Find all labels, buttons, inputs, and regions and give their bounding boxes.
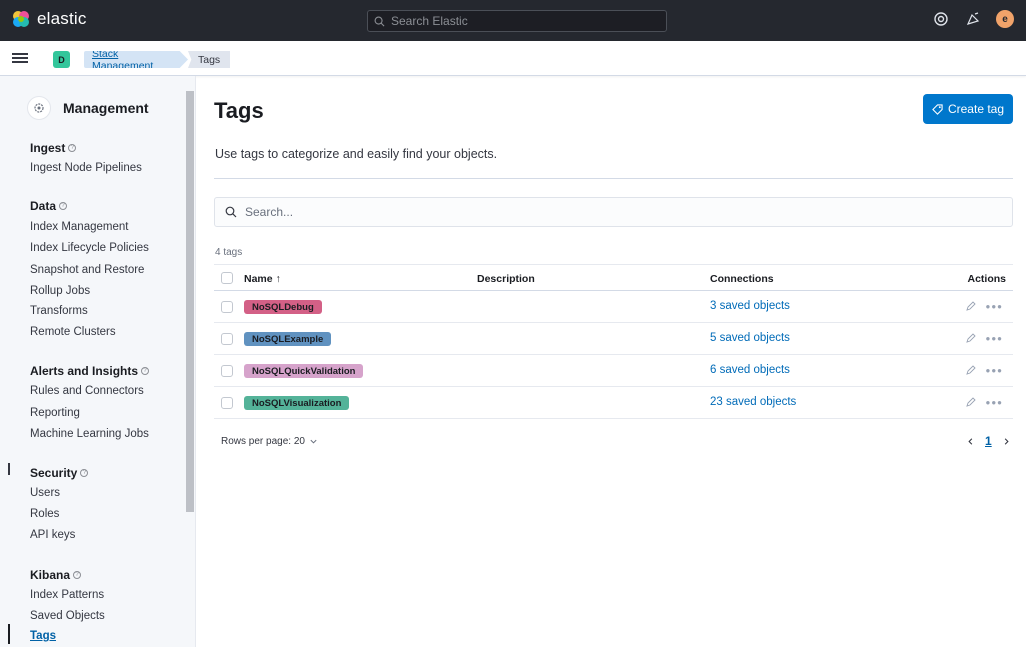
- sidebar-group-data: Data?: [30, 199, 68, 213]
- help-icon: ?: [80, 469, 89, 477]
- connections-link[interactable]: 6 saved objects: [710, 364, 790, 376]
- tag-badge[interactable]: NoSQLVisualization: [244, 396, 350, 410]
- global-search-placeholder: Search Elastic: [391, 14, 468, 28]
- tag-badge[interactable]: NoSQLQuickValidation: [244, 364, 364, 378]
- sidebar-marker: [8, 463, 10, 475]
- tag-count: 4 tags: [215, 247, 243, 258]
- edit-pencil-icon[interactable]: [965, 365, 976, 375]
- help-icon: ?: [73, 571, 82, 579]
- more-actions-icon[interactable]: ●●●: [986, 398, 1004, 407]
- search-icon: [225, 206, 237, 218]
- breadcrumb-bar: D Stack Management Tags: [0, 41, 1026, 76]
- chevron-right-icon[interactable]: [1002, 437, 1011, 446]
- row-checkbox[interactable]: [221, 397, 233, 409]
- help-icon[interactable]: [932, 10, 950, 28]
- sidebar-group-kibana: Kibana?: [30, 568, 82, 582]
- column-actions: Actions: [967, 273, 1006, 285]
- sidebar-item-index-management[interactable]: Index Management: [30, 221, 128, 233]
- chevron-left-icon[interactable]: [966, 437, 975, 446]
- newsfeed-icon[interactable]: [964, 10, 982, 28]
- more-actions-icon[interactable]: ●●●: [986, 302, 1004, 311]
- sidebar-item-reporting[interactable]: Reporting: [30, 407, 80, 419]
- page-number[interactable]: 1: [985, 434, 992, 448]
- tag-icon: [932, 103, 943, 115]
- menu-toggle-icon[interactable]: [12, 51, 28, 67]
- table-row: NoSQLQuickValidation 6 saved objects ●●●: [214, 355, 1013, 387]
- edit-pencil-icon[interactable]: [965, 397, 976, 407]
- search-icon: [374, 16, 385, 26]
- tag-badge[interactable]: NoSQLExample: [244, 332, 332, 346]
- top-header: elastic Search Elastic e: [0, 0, 1026, 41]
- sidebar-item-saved-objects[interactable]: Saved Objects: [30, 610, 105, 622]
- connections-link[interactable]: 3 saved objects: [710, 300, 790, 312]
- sidebar-item-index-patterns[interactable]: Index Patterns: [30, 589, 104, 601]
- sidebar-item-remote-clusters[interactable]: Remote Clusters: [30, 326, 116, 338]
- sidebar-item-snapshot-and-restore[interactable]: Snapshot and Restore: [30, 264, 144, 276]
- user-avatar[interactable]: e: [996, 10, 1014, 28]
- sidebar-item-api-keys[interactable]: API keys: [30, 529, 75, 541]
- row-checkbox[interactable]: [221, 301, 233, 313]
- connections-link[interactable]: 5 saved objects: [710, 332, 790, 344]
- sidebar-item-machine-learning-jobs[interactable]: Machine Learning Jobs: [30, 428, 149, 440]
- sidebar-scrollbar[interactable]: [186, 91, 194, 512]
- rows-per-page-label: Rows per page: 20: [221, 436, 305, 447]
- brand-name: elastic: [37, 9, 87, 28]
- edit-pencil-icon[interactable]: [965, 333, 976, 343]
- sidebar-item-users[interactable]: Users: [30, 487, 60, 499]
- edit-pencil-icon[interactable]: [965, 301, 976, 311]
- sidebar-item-tags[interactable]: Tags: [30, 630, 56, 642]
- elastic-logo[interactable]: elastic: [11, 9, 87, 29]
- sidebar-group-security: Security?: [30, 466, 89, 480]
- table-header: Name ↑ Description Connections Actions: [214, 264, 1013, 291]
- sidebar-item-transforms[interactable]: Transforms: [30, 305, 88, 317]
- tags-table: Name ↑ Description Connections Actions N…: [214, 264, 1013, 419]
- column-connections: Connections: [710, 273, 774, 285]
- sidebar-title: Management: [63, 100, 149, 116]
- help-icon: ?: [141, 367, 150, 375]
- create-tag-button[interactable]: Create tag: [923, 94, 1013, 124]
- row-checkbox[interactable]: [221, 365, 233, 377]
- sidebar-group-ingest: Ingest?: [30, 141, 77, 155]
- column-name[interactable]: Name ↑: [244, 273, 281, 285]
- create-tag-label: Create tag: [947, 102, 1005, 116]
- tags-search-input[interactable]: Search...: [214, 197, 1013, 227]
- select-all-checkbox[interactable]: [221, 272, 233, 284]
- management-gear-icon: [27, 96, 51, 120]
- active-indicator: [8, 624, 10, 644]
- more-actions-icon[interactable]: ●●●: [986, 334, 1004, 343]
- page-description: Use tags to categorize and easily find y…: [215, 147, 498, 161]
- sidebar-header: Management: [27, 96, 149, 120]
- pagination: 1: [966, 434, 1011, 448]
- sidebar-group-alerts-and-insights: Alerts and Insights?: [30, 364, 150, 378]
- table-row: NoSQLDebug 3 saved objects ●●●: [214, 291, 1013, 323]
- rows-per-page-selector[interactable]: Rows per page: 20: [221, 436, 318, 447]
- help-icon: ?: [59, 202, 68, 210]
- tags-search-placeholder: Search...: [245, 205, 294, 219]
- breadcrumb-tags: Tags: [188, 51, 230, 68]
- sidebar-item-rules-and-connectors[interactable]: Rules and Connectors: [30, 385, 144, 397]
- column-description: Description: [477, 273, 535, 285]
- sidebar-item-index-lifecycle-policies[interactable]: Index Lifecycle Policies: [30, 242, 149, 254]
- global-search-input[interactable]: Search Elastic: [367, 10, 667, 32]
- help-icon: ?: [68, 144, 77, 152]
- table-row: NoSQLExample 5 saved objects ●●●: [214, 323, 1013, 355]
- chevron-down-icon: [310, 439, 317, 444]
- more-actions-icon[interactable]: ●●●: [986, 366, 1004, 375]
- row-checkbox[interactable]: [221, 333, 233, 345]
- sidebar-item-rollup-jobs[interactable]: Rollup Jobs: [30, 285, 90, 297]
- divider: [214, 178, 1013, 179]
- table-row: NoSQLVisualization 23 saved objects ●●●: [214, 387, 1013, 419]
- sidebar-item-roles[interactable]: Roles: [30, 508, 59, 520]
- space-avatar[interactable]: D: [53, 51, 70, 68]
- breadcrumb-stack-management[interactable]: Stack Management: [84, 51, 188, 68]
- page-title: Tags: [214, 98, 264, 123]
- tag-badge[interactable]: NoSQLDebug: [244, 300, 322, 314]
- sidebar-item-ingest-node-pipelines[interactable]: Ingest Node Pipelines: [30, 162, 142, 174]
- elastic-logo-icon: [13, 11, 29, 27]
- connections-link[interactable]: 23 saved objects: [710, 396, 796, 408]
